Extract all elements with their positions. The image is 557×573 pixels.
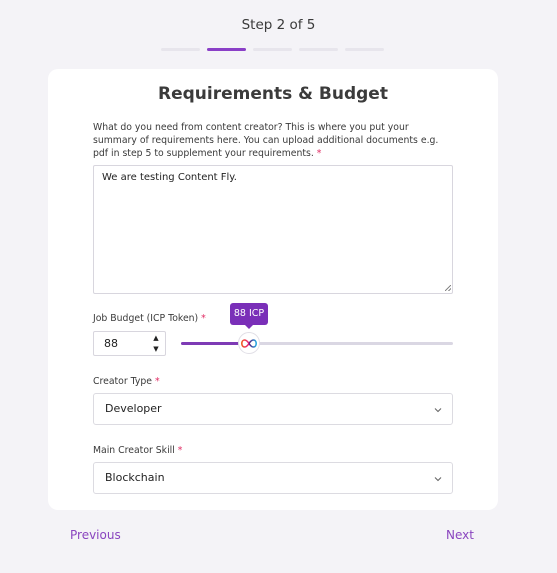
tooltip-arrow <box>245 325 253 329</box>
spin-up-icon[interactable]: ▲ <box>150 333 162 344</box>
chevron-down-icon <box>434 477 442 482</box>
step-bar-5 <box>345 48 384 51</box>
creator-type-select[interactable]: Developer <box>93 393 453 425</box>
budget-label: Job Budget (ICP Token) * <box>93 313 206 324</box>
textarea-resize-handle[interactable] <box>445 285 451 291</box>
main-skill-label-text: Main Creator Skill <box>93 445 175 456</box>
required-mark: * <box>316 147 322 159</box>
chevron-down-icon <box>434 408 442 413</box>
requirements-label: What do you need from content creator? T… <box>93 122 445 160</box>
next-button[interactable]: Next <box>446 528 474 542</box>
step-bar-2 <box>207 48 246 51</box>
required-mark: * <box>177 445 183 456</box>
requirements-label-text: What do you need from content creator? T… <box>93 122 439 159</box>
previous-button[interactable]: Previous <box>70 528 121 542</box>
required-mark: * <box>201 313 206 324</box>
infinity-icon <box>241 338 257 348</box>
main-skill-label: Main Creator Skill * <box>93 445 182 456</box>
step-bar-1 <box>161 48 200 51</box>
creator-type-label-text: Creator Type <box>93 376 152 387</box>
creator-type-label: Creator Type * <box>93 376 160 387</box>
main-skill-value: Blockchain <box>105 471 165 484</box>
budget-stepper: ▲ ▼ <box>93 331 166 356</box>
creator-type-value: Developer <box>105 402 162 415</box>
spin-down-icon[interactable]: ▼ <box>150 344 162 355</box>
card-title: Requirements & Budget <box>158 84 388 104</box>
step-bar-4 <box>299 48 338 51</box>
budget-input[interactable] <box>94 332 146 355</box>
required-mark: * <box>154 376 160 387</box>
budget-slider-thumb[interactable] <box>238 332 260 354</box>
budget-slider-track[interactable] <box>181 342 453 345</box>
step-indicator-text: Step 2 of 5 <box>241 17 316 33</box>
main-skill-select[interactable]: Blockchain <box>93 462 453 494</box>
requirements-textarea[interactable]: We are testing Content Fly. <box>93 165 453 294</box>
budget-label-text: Job Budget (ICP Token) <box>93 313 199 324</box>
step-progress <box>161 48 384 51</box>
step-bar-3 <box>253 48 292 51</box>
budget-slider-tooltip: 88 ICP <box>230 303 268 325</box>
requirements-card: Requirements & Budget What do you need f… <box>48 69 498 510</box>
